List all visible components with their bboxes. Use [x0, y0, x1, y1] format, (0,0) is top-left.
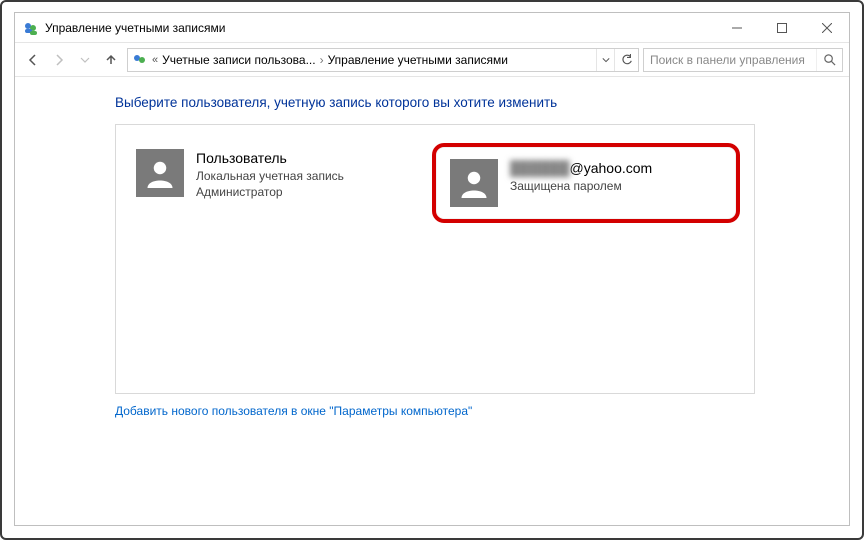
- address-bar[interactable]: « Учетные записи пользова... › Управлени…: [127, 48, 639, 72]
- window-frame: Управление учетными записями: [14, 12, 850, 526]
- chevron-right-icon[interactable]: ›: [320, 53, 324, 67]
- breadcrumb-label: Управление учетными записями: [328, 53, 508, 67]
- address-dropdown[interactable]: [596, 49, 614, 71]
- refresh-button[interactable]: [614, 49, 638, 71]
- account-subline-1: Защищена паролем: [510, 178, 652, 194]
- add-user-link[interactable]: Добавить нового пользователя в окне "Пар…: [115, 404, 472, 418]
- search-button[interactable]: [816, 49, 842, 71]
- avatar-icon: [450, 159, 498, 207]
- content-area: Выберите пользователя, учетную запись ко…: [15, 77, 849, 525]
- account-item-local[interactable]: Пользователь Локальная учетная запись Ад…: [130, 143, 424, 206]
- breadcrumb-segment-1[interactable]: Учетные записи пользова...: [162, 53, 315, 67]
- account-name: Пользователь: [196, 149, 344, 168]
- accounts-panel: Пользователь Локальная учетная запись Ад…: [115, 124, 755, 394]
- titlebar: Управление учетными записями: [15, 13, 849, 43]
- window-title: Управление учетными записями: [45, 21, 225, 35]
- account-name-suffix: @yahoo.com: [570, 160, 653, 176]
- overflow-chevron-icon[interactable]: «: [152, 54, 158, 66]
- breadcrumb-segment-2[interactable]: Управление учетными записями: [328, 53, 508, 67]
- account-subline-2: Администратор: [196, 184, 344, 200]
- page-heading: Выберите пользователя, учетную запись ко…: [115, 95, 839, 110]
- app-icon: [23, 20, 39, 36]
- maximize-button[interactable]: [759, 13, 804, 42]
- search-input[interactable]: [644, 53, 816, 67]
- recent-dropdown[interactable]: [73, 48, 97, 72]
- window-controls: [714, 13, 849, 42]
- minimize-button[interactable]: [714, 13, 759, 42]
- search-box[interactable]: [643, 48, 843, 72]
- highlighted-account-frame: ██████@yahoo.com Защищена паролем: [432, 143, 740, 223]
- back-button[interactable]: [21, 48, 45, 72]
- account-name: ██████@yahoo.com: [510, 159, 652, 178]
- nav-row: « Учетные записи пользова... › Управлени…: [15, 43, 849, 77]
- breadcrumb-label: Учетные записи пользова...: [162, 53, 315, 67]
- account-name-blurred: ██████: [510, 160, 570, 176]
- close-button[interactable]: [804, 13, 849, 42]
- forward-button[interactable]: [47, 48, 71, 72]
- address-icon: [132, 52, 148, 68]
- up-button[interactable]: [99, 48, 123, 72]
- account-subline-1: Локальная учетная запись: [196, 168, 344, 184]
- account-item-microsoft[interactable]: ██████@yahoo.com Защищена паролем: [446, 155, 726, 211]
- avatar-icon: [136, 149, 184, 197]
